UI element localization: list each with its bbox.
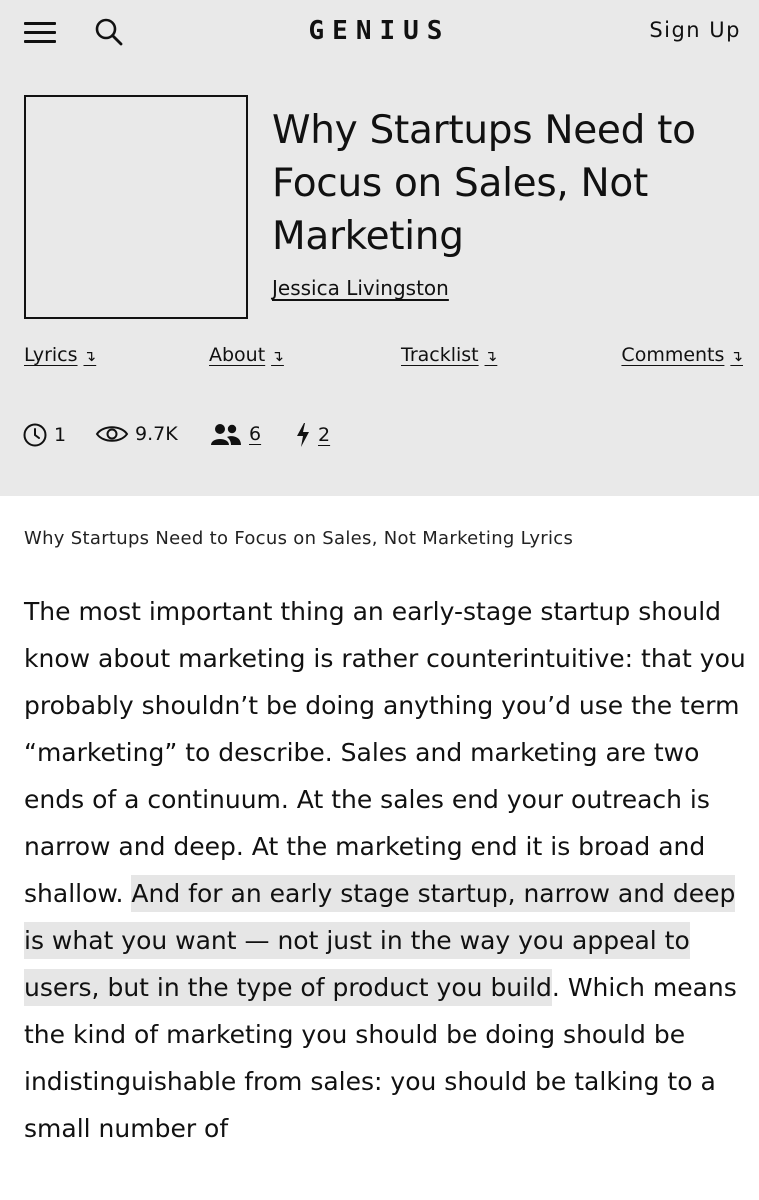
clock-icon (23, 423, 47, 447)
tab-about-label: About (209, 344, 266, 366)
section-tabs: Lyrics ↴ About ↴ Tracklist ↴ Comments ↴ (24, 344, 743, 374)
arrow-down-icon: ↴ (271, 347, 284, 365)
tab-comments-label: Comments (621, 344, 725, 366)
pyong-bolt-icon (297, 423, 309, 447)
arrow-down-icon: ↴ (484, 347, 498, 365)
views-stat: 9.7K (95, 422, 178, 446)
tab-comments[interactable]: Comments ↴ (621, 344, 743, 366)
tab-lyrics-label: Lyrics (24, 344, 78, 366)
annotations-count: 1 (54, 424, 67, 446)
song-title: Why Startups Need to Focus on Sales, Not… (272, 108, 696, 259)
lyrics-body: The most important thing an early-stage … (24, 588, 746, 1152)
cover-art[interactable] (24, 95, 248, 319)
contributors-stat[interactable]: 6 (209, 422, 261, 446)
tab-tracklist-label: Tracklist (401, 344, 479, 366)
genius-logo[interactable]: GENIUS (0, 16, 759, 46)
arrow-down-icon: ↴ (730, 347, 743, 365)
tab-tracklist[interactable]: Tracklist ↴ (401, 344, 497, 366)
pyongs-stat[interactable]: 2 (294, 422, 330, 448)
annotations-stat: 1 (22, 422, 66, 448)
tab-about[interactable]: About ↴ (209, 344, 284, 366)
views-count: 9.7K (135, 423, 178, 445)
artist-link[interactable]: Jessica Livingston (272, 276, 449, 300)
lyrics-heading: Why Startups Need to Focus on Sales, Not… (24, 528, 574, 549)
lyrics-text: The most important thing an early-stage … (24, 597, 746, 908)
tab-lyrics[interactable]: Lyrics ↴ (24, 344, 96, 366)
contributors-icon (211, 424, 241, 445)
contributors-count[interactable]: 6 (249, 423, 261, 445)
sign-up-link[interactable]: Sign Up (649, 18, 741, 42)
arrow-down-icon: ↴ (83, 347, 97, 365)
eye-icon (95, 426, 129, 442)
pyongs-count[interactable]: 2 (318, 424, 330, 446)
